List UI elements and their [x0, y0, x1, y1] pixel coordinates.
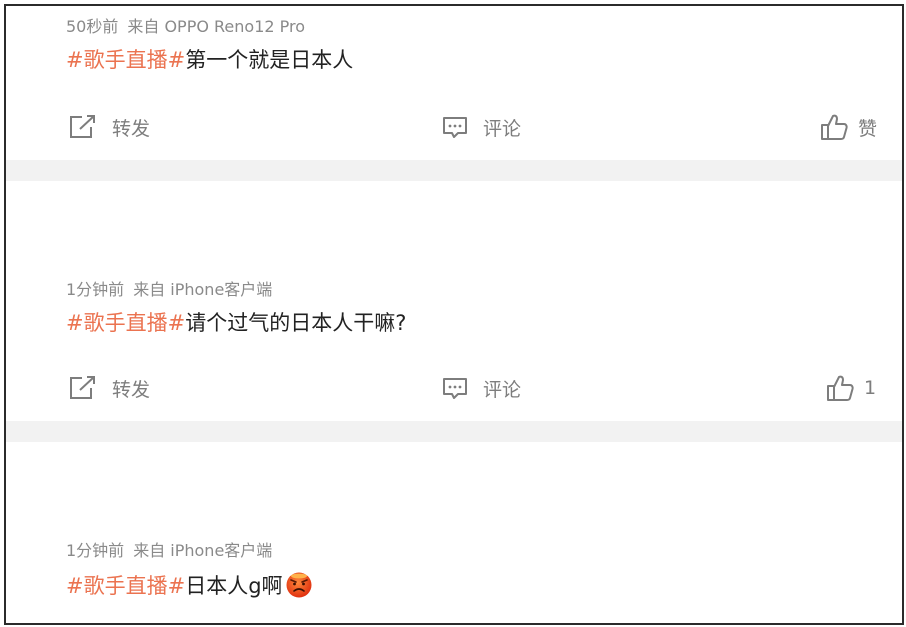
post-meta: 1分钟前 来自 iPhone客户端: [66, 537, 272, 561]
topic-link[interactable]: #歌手直播#: [66, 574, 185, 598]
post-time[interactable]: 1分钟前: [66, 541, 124, 560]
comment-button[interactable]: 评论: [441, 373, 521, 403]
like-button[interactable]: 赞: [819, 112, 877, 142]
topic-link[interactable]: #歌手直播#: [66, 311, 185, 335]
post-meta: 50秒前 来自 OPPO Reno12 Pro: [66, 13, 305, 37]
repost-label: 转发: [112, 378, 151, 401]
topic-link[interactable]: #歌手直播#: [66, 48, 185, 72]
post-text: #歌手直播#请个过气的日本人干嘛?: [66, 309, 406, 337]
repost-button[interactable]: 转发: [68, 112, 150, 142]
thumbs-up-icon: [821, 114, 848, 140]
post-time[interactable]: 50秒前: [66, 17, 118, 36]
post-card: 50秒前 来自 OPPO Reno12 Pro #歌手直播#第一个就是日本人 转发: [6, 6, 902, 160]
comment-icon: [443, 117, 467, 138]
post-divider: [6, 160, 902, 181]
post-source: 来自 OPPO Reno12 Pro: [127, 17, 306, 36]
like-button[interactable]: 1: [825, 373, 876, 403]
post-time[interactable]: 1分钟前: [66, 280, 124, 299]
post-body: 请个过气的日本人干嘛?: [185, 311, 407, 335]
post-card: 1分钟前 来自 iPhone客户端 #歌手直播#日本人g啊: [6, 442, 902, 623]
post-meta: 1分钟前 来自 iPhone客户端: [66, 276, 272, 300]
angry-face-emoji: [284, 570, 314, 605]
like-label: 赞: [858, 117, 878, 140]
thumbs-up-icon: [827, 375, 854, 401]
like-count: 1: [864, 377, 877, 399]
post-card: 1分钟前 来自 iPhone客户端 #歌手直播#请个过气的日本人干嘛? 转发 评…: [6, 181, 902, 421]
post-body: 日本人g啊: [185, 574, 283, 598]
comment-label: 评论: [483, 378, 522, 401]
action-bar: 转发 评论 1: [6, 373, 902, 403]
post-text: #歌手直播#日本人g啊: [66, 570, 314, 605]
comment-button[interactable]: 评论: [441, 112, 521, 142]
share-icon: [70, 115, 95, 138]
share-icon: [70, 376, 95, 399]
post-text: #歌手直播#第一个就是日本人: [66, 46, 353, 74]
comment-label: 评论: [483, 117, 522, 140]
action-bar: 转发 评论 赞: [6, 112, 902, 142]
post-source: 来自 iPhone客户端: [133, 541, 273, 560]
comment-icon: [443, 378, 467, 399]
repost-label: 转发: [112, 117, 151, 140]
post-source: 来自 iPhone客户端: [133, 280, 273, 299]
post-divider: [6, 421, 902, 442]
repost-button[interactable]: 转发: [68, 373, 150, 403]
post-body: 第一个就是日本人: [185, 48, 354, 72]
feed-frame: 50秒前 来自 OPPO Reno12 Pro #歌手直播#第一个就是日本人 转发: [4, 4, 904, 625]
